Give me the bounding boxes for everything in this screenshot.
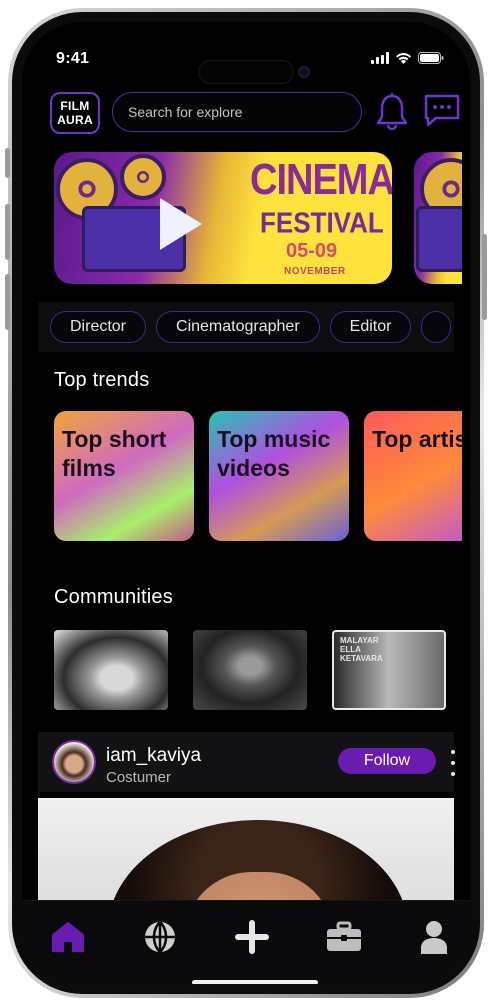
cinema-festival-banner[interactable]: CINEMA FESTIVAL 05-09 NOVEMBER — [54, 152, 392, 284]
post-username[interactable]: iam_kaviya — [106, 745, 201, 767]
trend-card-music-videos[interactable]: Top music videos — [209, 411, 349, 541]
mute-switch — [5, 148, 10, 178]
status-time: 9:41 — [56, 50, 90, 67]
poster-title: MALAYAR ELLA KETAVARA — [340, 636, 383, 663]
communities-heading: Communities — [54, 586, 173, 608]
plus-icon[interactable] — [232, 917, 272, 957]
dynamic-island — [198, 60, 294, 84]
banner-carousel[interactable]: CINEMA FESTIVAL 05-09 NOVEMBER — [54, 152, 462, 284]
film-reel-graphic — [120, 154, 166, 200]
community-thumbnail[interactable] — [193, 630, 307, 710]
home-indicator[interactable] — [192, 980, 318, 984]
volume-down-button — [5, 274, 10, 330]
megaphone-graphic — [160, 198, 202, 250]
banner-date: 05-09 — [286, 240, 338, 262]
post-user-role: Costumer — [106, 769, 172, 786]
post-header: iam_kaviya Costumer Follow — [38, 732, 455, 792]
follow-button[interactable]: Follow — [338, 748, 436, 774]
community-thumbnail[interactable] — [54, 630, 168, 710]
search-input[interactable] — [112, 92, 362, 132]
app-screen: 9:41 FILM AURA Search for explore CINEMA… — [22, 22, 470, 984]
volume-up-button — [5, 204, 10, 260]
banner-month: NOVEMBER — [284, 266, 346, 277]
bell-icon[interactable] — [376, 92, 408, 130]
chip-editor[interactable]: Editor — [329, 311, 412, 343]
wifi-icon — [396, 53, 411, 64]
status-bar: 9:41 — [22, 22, 470, 84]
logo-line-2: AURA — [57, 113, 93, 127]
chat-icon[interactable] — [424, 94, 460, 128]
logo-line-1: FILM — [60, 99, 90, 113]
signal-icon — [371, 52, 389, 64]
projector-graphic — [416, 206, 462, 272]
battery-icon — [418, 52, 444, 64]
chip-director[interactable]: Director — [50, 311, 147, 343]
top-bar: FILM AURA — [50, 90, 460, 134]
profile-icon[interactable] — [414, 917, 454, 957]
trend-card-artists[interactable]: Top artists — [364, 411, 462, 541]
communities-list: MALAYAR ELLA KETAVARA — [54, 630, 462, 712]
home-icon[interactable] — [48, 917, 88, 957]
chip-next[interactable] — [421, 311, 452, 343]
top-trends-list: Top short films Top music videos Top art… — [54, 411, 462, 541]
more-options-icon[interactable] — [448, 750, 458, 776]
chip-cinematographer[interactable]: Cinematographer — [156, 311, 320, 343]
globe-icon[interactable] — [140, 917, 180, 957]
bottom-nav — [22, 900, 470, 984]
top-trends-heading: Top trends — [54, 369, 150, 391]
banner-title: CINEMA — [250, 156, 392, 205]
banner-subtitle: FESTIVAL — [260, 206, 384, 239]
briefcase-icon[interactable] — [324, 917, 364, 957]
next-banner-preview[interactable] — [414, 152, 462, 284]
phone-frame: 9:41 FILM AURA Search for explore CINEMA… — [5, 8, 487, 998]
community-thumbnail[interactable]: MALAYAR ELLA KETAVARA — [332, 630, 446, 710]
film-aura-logo[interactable]: FILM AURA — [50, 92, 100, 134]
power-button — [482, 234, 487, 320]
trend-card-short-films[interactable]: Top short films — [54, 411, 194, 541]
role-chips: Director Cinematographer Editor — [38, 302, 454, 352]
avatar[interactable] — [52, 740, 96, 784]
front-camera — [298, 66, 310, 78]
